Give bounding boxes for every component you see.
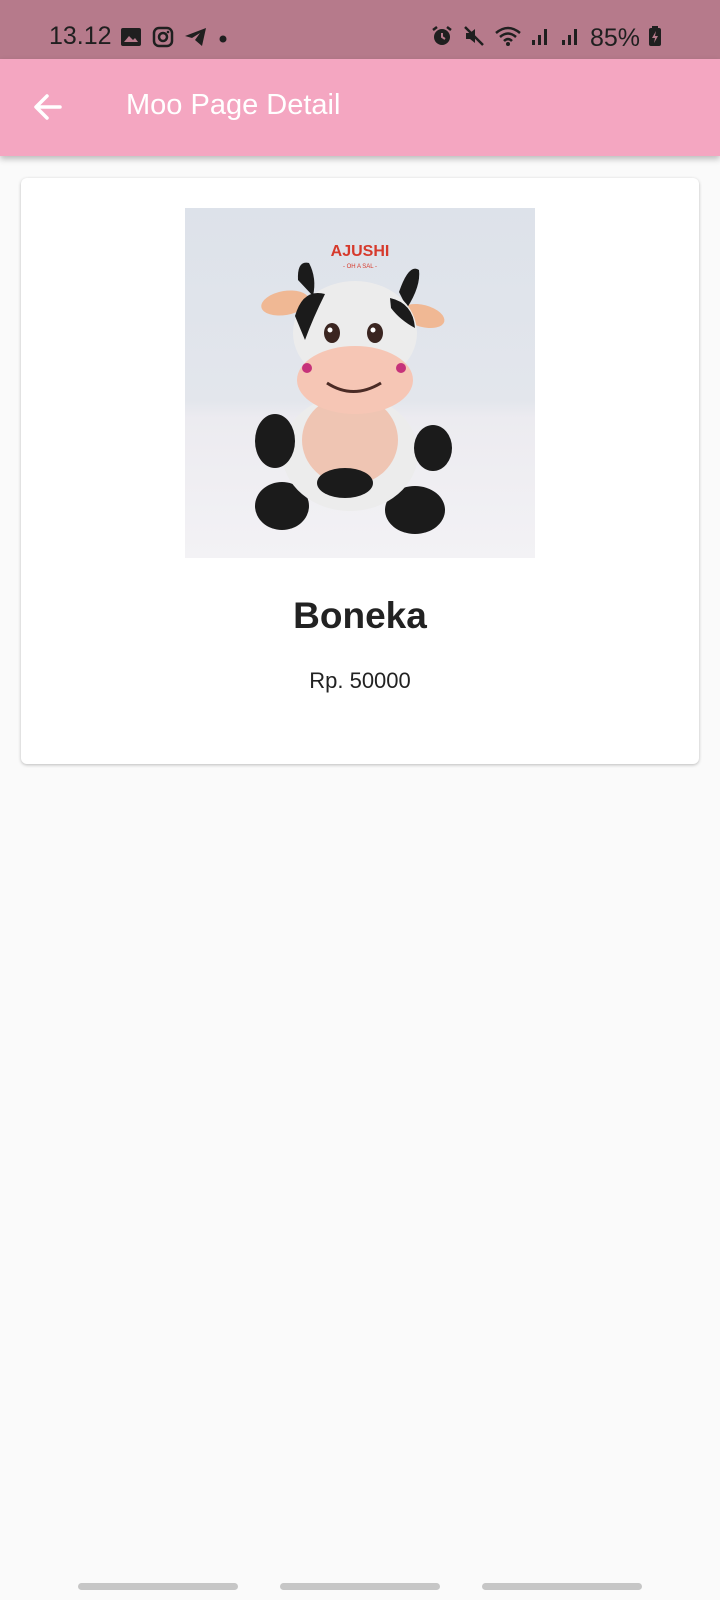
signal-icon [530,25,552,52]
alarm-icon [430,24,454,53]
arrow-back-icon [34,94,62,120]
app-bar: Moo Page Detail [0,59,720,156]
battery-percent: 85% [589,24,640,52]
status-right-icons: 85% [430,24,662,53]
nav-handle-right[interactable] [482,1583,642,1590]
image-brand-text: AJUSHI [331,243,390,260]
product-card: AJUSHI - OH A SAL - Boneka Rp. 50000 [21,178,699,764]
gallery-icon [120,26,142,53]
telegram-icon [184,26,208,53]
signal-icon [560,25,582,52]
product-name: Boneka [293,595,427,636]
nav-handle-left[interactable] [78,1583,238,1590]
instagram-icon [152,26,174,53]
image-tagline-text: - OH A SAL - [343,264,377,270]
mute-icon [462,24,486,53]
status-bar: 13.12 85% [0,0,720,59]
product-image: AJUSHI - OH A SAL - [185,208,535,558]
product-price: Rp. 50000 [309,668,411,693]
status-left-icons [120,26,228,53]
gesture-nav-bar [0,1575,720,1600]
battery-icon [648,25,662,52]
nav-handle-center[interactable] [280,1583,440,1590]
dot-icon [218,31,228,49]
status-time: 13.12 [49,22,112,50]
page-title: Moo Page Detail [126,89,341,121]
back-button[interactable] [30,89,66,125]
wifi-icon [494,24,522,53]
